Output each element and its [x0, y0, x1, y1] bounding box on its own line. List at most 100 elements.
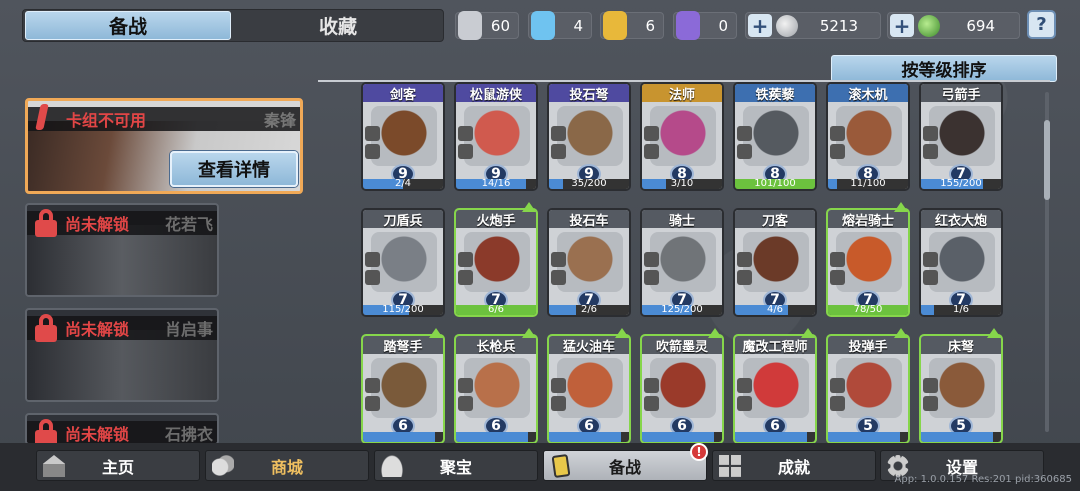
unit-name: 熔岩骑士: [828, 210, 908, 229]
trait-icon: [923, 126, 938, 141]
unit-card[interactable]: 猛火油车 6: [547, 334, 631, 444]
upgrade-arrow-icon: [429, 328, 443, 338]
buy-green-gem-button[interactable]: +: [890, 14, 914, 37]
unit-card[interactable]: 投石车 7 2/6: [547, 208, 631, 317]
trait-icon: [458, 270, 473, 285]
unit-portrait: [464, 358, 530, 418]
unit-card[interactable]: 床弩 5: [919, 334, 1003, 444]
tab-collection[interactable]: 收藏: [235, 10, 441, 41]
trait-icon: [365, 126, 380, 141]
deck-slot-2[interactable]: 尚未解锁 花若飞: [25, 203, 219, 297]
buy-silver-coin-button[interactable]: +: [748, 14, 772, 37]
hero-name: 石拂衣: [164, 425, 213, 444]
trait-icon: [923, 144, 938, 159]
unit-card[interactable]: 法师 8 3/10: [640, 82, 724, 191]
unit-name: 法师: [642, 84, 722, 103]
unit-card[interactable]: 松鼠游侠 9 14/16: [454, 82, 538, 191]
nav-battle-prep[interactable]: 备战: [543, 450, 707, 481]
trait-icon: [458, 378, 473, 393]
nav-battle-prep-label: 备战: [608, 457, 641, 477]
unit-portrait: [557, 232, 623, 292]
coins-icon: [212, 455, 234, 477]
unit-card[interactable]: 熔岩骑士 7 78/50: [826, 208, 910, 317]
trait-icon: [365, 144, 380, 159]
unit-portrait: [929, 358, 995, 418]
unit-portrait: [836, 358, 902, 418]
unit-portrait: [650, 106, 716, 166]
view-details-button[interactable]: 查看详情: [170, 151, 298, 187]
unit-progress-bar: [642, 432, 722, 442]
unit-card[interactable]: 剑客 9 2/4: [361, 82, 445, 191]
nav-shop-label: 商城: [270, 457, 303, 477]
trait-icon: [737, 270, 752, 285]
deck-status-text: 尚未解锁: [65, 320, 130, 339]
currency-green-gem: + 694: [887, 12, 1020, 39]
trait-icon: [644, 126, 659, 141]
unit-card[interactable]: 骑士 7 125/200: [640, 208, 724, 317]
card-scrollbar-thumb[interactable]: [1044, 120, 1050, 200]
unit-card[interactable]: 火炮手 7 6/6: [454, 208, 538, 317]
nav-shop[interactable]: 商城: [205, 450, 369, 481]
unit-portrait: [371, 232, 437, 292]
unit-progress-bar: 125/200: [642, 305, 722, 315]
unit-portrait: [557, 106, 623, 166]
unit-card[interactable]: 长枪兵 6: [454, 334, 538, 444]
silver-coin-count: 5213: [819, 16, 858, 35]
unit-card[interactable]: 投石弩 9 35/200: [547, 82, 631, 191]
unit-card[interactable]: 刀客 7 4/6: [733, 208, 817, 317]
upgrade-arrow-icon: [987, 328, 1001, 338]
green-gem-icon: [918, 15, 940, 37]
upgrade-arrow-icon: [708, 328, 722, 338]
upgrade-arrow-icon: [801, 328, 815, 338]
hero-name: 肖启事: [164, 320, 213, 339]
unit-card[interactable]: 滚木机 8 11/100: [826, 82, 910, 191]
progress-fill: [549, 305, 576, 315]
trait-icon: [458, 126, 473, 141]
unit-card[interactable]: 刀盾兵 7 115/200: [361, 208, 445, 317]
trait-icon: [365, 252, 380, 267]
progress-fill: [549, 432, 621, 442]
unit-progress-bar: 78/50: [828, 305, 908, 315]
trait-icon: [830, 270, 845, 285]
help-button[interactable]: ?: [1027, 10, 1056, 39]
unit-card[interactable]: 弓箭手 7 155/200: [919, 82, 1003, 191]
deck-slot-3[interactable]: 尚未解锁 肖启事: [25, 308, 219, 402]
unit-progress-bar: [828, 432, 908, 442]
tab-battle-prep[interactable]: 备战: [25, 11, 231, 40]
lock-icon: [34, 419, 58, 443]
unit-progress-bar: 14/16: [456, 179, 536, 189]
unit-card[interactable]: 铁蒺藜 8 101/100: [733, 82, 817, 191]
unit-card[interactable]: 红衣大炮 7 1/6: [919, 208, 1003, 317]
upgrade-arrow-icon: [522, 202, 536, 212]
unit-progress-text: 4/6: [766, 304, 784, 315]
unit-card[interactable]: 魔改工程师 6: [733, 334, 817, 444]
trait-icon: [737, 252, 752, 267]
unit-progress-text: 2/6: [580, 304, 598, 315]
unit-name: 红衣大炮: [921, 210, 1001, 229]
progress-fill: [549, 179, 563, 189]
deck-slot-4[interactable]: 尚未解锁 石拂衣: [25, 413, 219, 445]
unit-card[interactable]: 投弹手 5: [826, 334, 910, 444]
sort-by-level-button[interactable]: 按等级排序: [831, 55, 1057, 82]
warning-icon: [35, 104, 49, 130]
trait-icon: [737, 126, 752, 141]
unit-card[interactable]: 踏弩手 6: [361, 334, 445, 444]
version-info: App: 1.0.0.157 Res:201 pid:360685: [894, 474, 1073, 485]
nav-achievements[interactable]: 成就: [712, 450, 876, 481]
deck-status-text: 尚未解锁: [65, 215, 130, 234]
deck-slot-1[interactable]: 卡组不可用 秦锋 查看详情: [25, 98, 303, 194]
nav-home[interactable]: 主页: [36, 450, 200, 481]
nav-treasure[interactable]: 聚宝: [374, 450, 538, 481]
unit-card[interactable]: 吹箭墨灵 6: [640, 334, 724, 444]
unit-progress-bar: 2/6: [549, 305, 629, 315]
unit-progress-text: 125/200: [661, 304, 703, 315]
unit-name: 松鼠游侠: [456, 84, 536, 103]
trait-icon: [830, 396, 845, 411]
trait-icon: [830, 144, 845, 159]
unit-name: 刀客: [735, 210, 815, 229]
unit-name: 火炮手: [456, 210, 536, 229]
trait-icon: [923, 396, 938, 411]
unit-progress-bar: 1/6: [921, 305, 1001, 315]
trait-icon: [830, 126, 845, 141]
trait-icon: [365, 378, 380, 393]
